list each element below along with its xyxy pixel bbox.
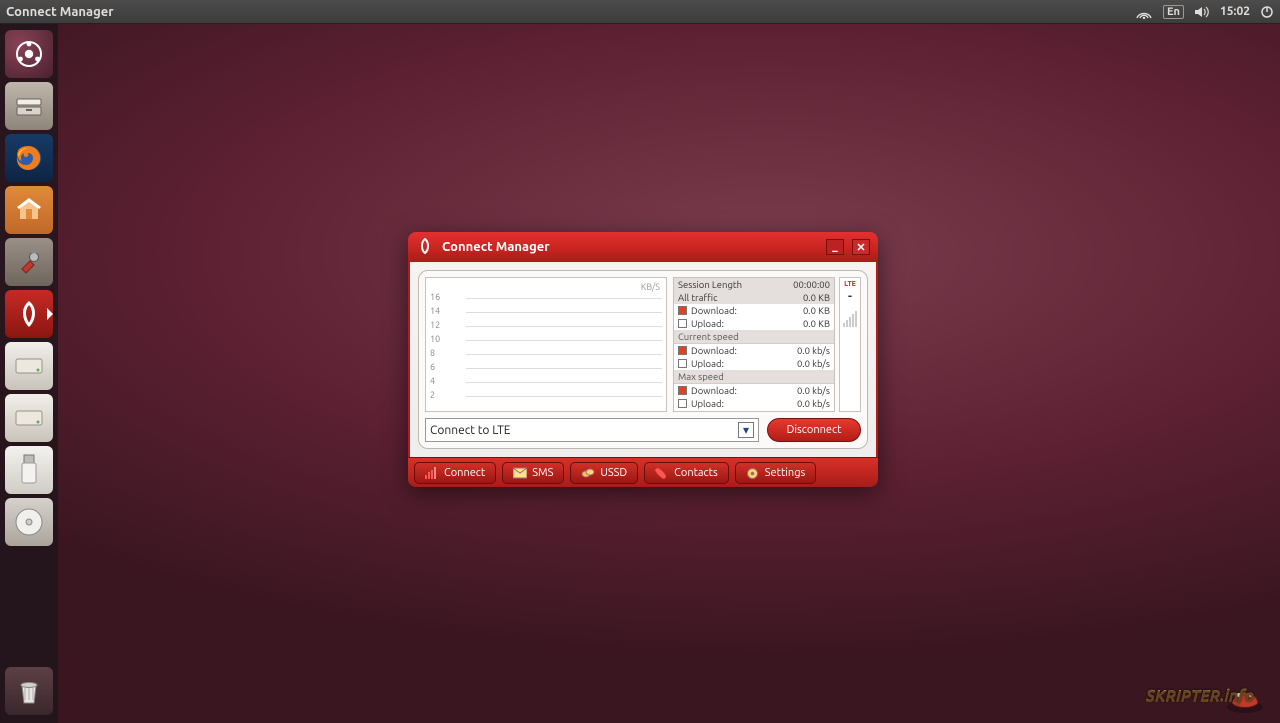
tab-contacts[interactable]: Contacts xyxy=(644,462,729,484)
traffic-download: 0.0 KB xyxy=(803,305,830,316)
ytick: 16 xyxy=(430,292,440,302)
download-checkbox[interactable] xyxy=(678,306,687,315)
clock[interactable]: 15:02 xyxy=(1220,5,1250,18)
network-type-badge: LTE xyxy=(844,280,856,288)
session-length-value: 00:00:00 xyxy=(793,279,830,290)
upload-checkbox[interactable] xyxy=(678,399,687,408)
menu-bar: Connect Manager En 15:02 xyxy=(0,0,1280,24)
current-upload: 0.0 kb/s xyxy=(797,358,830,369)
system-settings-icon[interactable] xyxy=(5,238,53,286)
download-label: Download: xyxy=(691,385,793,396)
download-label: Download: xyxy=(691,305,799,316)
keyboard-indicator[interactable]: En xyxy=(1163,5,1184,19)
session-indicator-icon[interactable] xyxy=(1260,5,1274,19)
max-download: 0.0 kb/s xyxy=(797,385,830,396)
tab-settings[interactable]: Settings xyxy=(735,462,817,484)
firefox-icon[interactable] xyxy=(5,134,53,182)
disk-icon[interactable] xyxy=(5,342,53,390)
download-label: Download: xyxy=(691,345,793,356)
current-speed-header: Current speed xyxy=(674,330,834,344)
bottom-tabbar: Connect SMS USSD Contacts Settings xyxy=(408,457,878,487)
files-icon[interactable] xyxy=(5,82,53,130)
minimize-button[interactable]: _ xyxy=(826,239,844,255)
tab-label: Connect xyxy=(444,467,485,479)
tab-label: Contacts xyxy=(674,467,718,479)
download-checkbox[interactable] xyxy=(678,346,687,355)
upload-label: Upload: xyxy=(691,318,799,329)
close-button[interactable]: ✕ xyxy=(852,239,870,255)
traffic-chart: KB/S 16 14 12 10 8 6 4 2 xyxy=(425,277,667,412)
upload-label: Upload: xyxy=(691,398,793,409)
signal-panel: LTE - xyxy=(839,277,861,412)
upload-checkbox[interactable] xyxy=(678,359,687,368)
tab-connect[interactable]: Connect xyxy=(414,462,496,484)
coins-icon xyxy=(581,467,595,479)
ytick: 14 xyxy=(430,306,440,316)
usb-drive-icon[interactable] xyxy=(5,446,53,494)
chart-unit: KB/S xyxy=(641,282,660,292)
window-body: KB/S 16 14 12 10 8 6 4 2 Session Length xyxy=(408,262,878,457)
signal-bars-icon xyxy=(843,309,857,327)
watermark-badge: SKRIPTER.info xyxy=(1222,677,1268,715)
current-download: 0.0 kb/s xyxy=(797,345,830,356)
trash-icon[interactable] xyxy=(5,667,53,715)
chevron-down-icon: ▾ xyxy=(738,422,754,438)
max-upload: 0.0 kb/s xyxy=(797,398,830,409)
session-length-label: Session Length xyxy=(678,279,789,290)
tab-label: Settings xyxy=(765,467,806,479)
app-icon xyxy=(416,237,434,258)
network-indicator-icon[interactable] xyxy=(1135,5,1153,19)
phone-icon xyxy=(655,467,669,479)
dash-icon[interactable] xyxy=(5,30,53,78)
ytick: 10 xyxy=(430,334,440,344)
titlebar[interactable]: Connect Manager _ ✕ xyxy=(408,232,878,262)
connection-select[interactable]: Connect to LTE ▾ xyxy=(425,418,759,442)
tab-ussd[interactable]: USSD xyxy=(570,462,638,484)
ytick: 2 xyxy=(430,390,435,400)
all-traffic-label: All traffic xyxy=(678,292,799,303)
envelope-icon xyxy=(513,467,527,479)
tab-label: USSD xyxy=(600,467,627,479)
connection-select-value: Connect to LTE xyxy=(430,424,511,437)
app-title: Connect Manager xyxy=(6,5,114,19)
sound-indicator-icon[interactable] xyxy=(1194,5,1210,19)
ytick: 6 xyxy=(430,362,435,372)
window-title: Connect Manager xyxy=(442,240,550,254)
ytick: 12 xyxy=(430,320,440,330)
signal-icon xyxy=(425,467,439,479)
tab-label: SMS xyxy=(532,467,553,479)
upload-label: Upload: xyxy=(691,358,793,369)
software-center-icon[interactable] xyxy=(5,186,53,234)
ytick: 4 xyxy=(430,376,435,386)
disconnect-button[interactable]: Disconnect xyxy=(767,418,861,442)
max-speed-header: Max speed xyxy=(674,370,834,384)
tab-sms[interactable]: SMS xyxy=(502,462,564,484)
unity-launcher xyxy=(0,24,58,723)
stats-panel: Session Length 00:00:00 All traffic 0.0 … xyxy=(673,277,835,412)
connect-manager-window: Connect Manager _ ✕ KB/S 16 14 12 10 8 6… xyxy=(408,232,878,487)
traffic-upload: 0.0 KB xyxy=(803,318,830,329)
download-checkbox[interactable] xyxy=(678,386,687,395)
upload-checkbox[interactable] xyxy=(678,319,687,328)
optical-disc-icon[interactable] xyxy=(5,498,53,546)
disk-icon[interactable] xyxy=(5,394,53,442)
connect-manager-icon[interactable] xyxy=(5,290,53,338)
ytick: 8 xyxy=(430,348,435,358)
all-traffic-value: 0.0 KB xyxy=(803,292,830,303)
gear-icon xyxy=(746,467,760,479)
